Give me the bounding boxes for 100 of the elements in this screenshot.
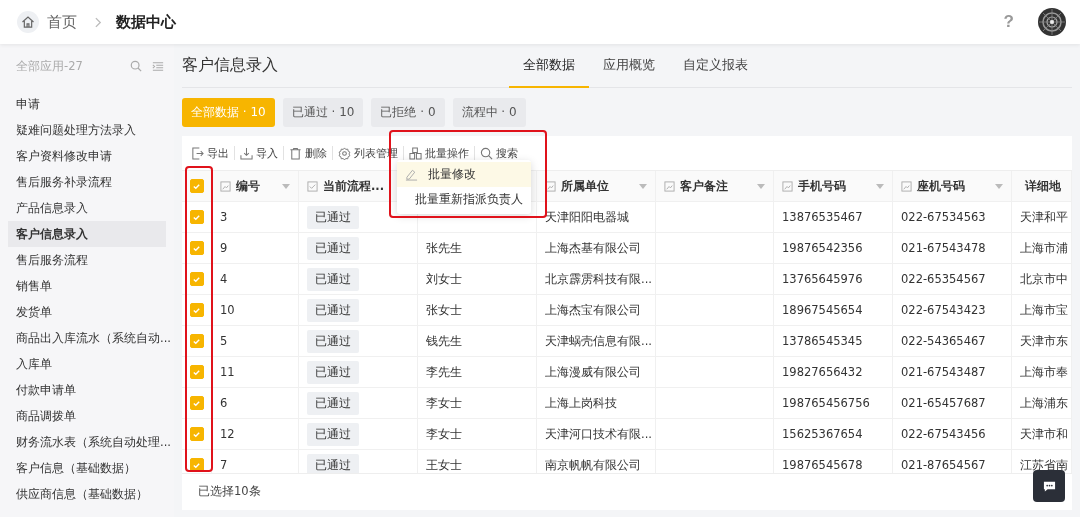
column-header[interactable]: 详细地: [1012, 171, 1072, 201]
status-tag: 已通过: [307, 236, 359, 260]
table-cell: 上海市奉: [1020, 364, 1068, 380]
sidebar-item[interactable]: 产品信息录入: [8, 195, 166, 221]
table-cell: 天津蜗壳信息有限...: [545, 333, 652, 349]
table-cell: 022-65354567: [901, 272, 986, 286]
column-header[interactable]: 手机号码: [774, 171, 893, 201]
status-tag: 已通过: [307, 205, 359, 229]
chevron-icon: [95, 16, 102, 28]
sidebar-item[interactable]: 售后服务补录流程: [8, 169, 166, 195]
sidebar-item[interactable]: 商品调拨单: [8, 403, 166, 429]
sidebar-item[interactable]: 客户资料修改申请: [8, 143, 166, 169]
checkbox-icon: [307, 180, 318, 192]
table-cell: 11: [220, 365, 235, 379]
status-tag: 已通过: [307, 360, 359, 384]
row-checkbox[interactable]: [189, 365, 204, 379]
page-title: 客户信息录入: [182, 55, 279, 76]
sidebar-item[interactable]: 发货单: [8, 299, 166, 325]
sidebar-item[interactable]: 申请: [8, 91, 166, 117]
table-cell: 18967545654: [782, 303, 863, 317]
home-icon[interactable]: [17, 11, 39, 33]
status-tag: 已通过: [307, 422, 359, 446]
gear-icon: [338, 146, 351, 160]
column-header[interactable]: 所属单位: [537, 171, 656, 201]
filter-chip[interactable]: 已通过 · 10: [282, 98, 364, 127]
column-header[interactable]: 座机号码: [893, 171, 1012, 201]
table-cell: 上海漫威有限公司: [545, 364, 641, 380]
sidebar-item[interactable]: 客户信息（基础数据）: [8, 455, 166, 481]
table-cell: 天津和平: [1020, 209, 1068, 225]
table-cell: 021-67543478: [901, 241, 986, 255]
toolbar-button[interactable]: 导出: [186, 145, 234, 161]
table-cell: 张女士: [426, 302, 462, 318]
toolbar-button[interactable]: 删除: [284, 145, 332, 161]
table-cell: 13786545345: [782, 334, 863, 348]
search-icon[interactable]: [130, 60, 142, 72]
table-cell: 天津市和: [1020, 426, 1068, 442]
breadcrumb-current: 数据中心: [116, 12, 176, 32]
table-cell: 北京市中: [1020, 271, 1068, 287]
column-header[interactable]: 编号: [212, 171, 299, 201]
row-checkbox[interactable]: [189, 241, 204, 255]
menu-icon[interactable]: [152, 60, 164, 72]
row-checkbox[interactable]: [189, 396, 204, 410]
pencil-icon: [405, 168, 418, 181]
row-checkbox[interactable]: [189, 427, 204, 441]
table-cell: 10: [220, 303, 235, 317]
sidebar-item[interactable]: 供应商信息（基础数据）: [8, 481, 166, 507]
status-tag: 已通过: [307, 267, 359, 291]
table-cell: 刘女士: [426, 271, 462, 287]
table-cell: 3: [220, 210, 228, 224]
filter-chip[interactable]: 已拒绝 · 0: [371, 98, 445, 127]
sidebar-item[interactable]: 付款申请单: [8, 377, 166, 403]
table-cell: 南京帆帆有限公司: [545, 457, 641, 473]
table-cell: 王女士: [426, 457, 462, 473]
toolbar-button[interactable]: 导入: [235, 145, 283, 161]
avatar-icon[interactable]: [1038, 8, 1066, 36]
check-icon: [192, 460, 201, 470]
sidebar-item[interactable]: 客户信息录入: [8, 221, 166, 247]
caret-icon[interactable]: [876, 183, 884, 189]
table-cell: 江苏省南: [1020, 457, 1068, 473]
trash-icon: [289, 146, 302, 160]
table-cell: 上海市宝: [1020, 302, 1068, 318]
select-all-checkbox[interactable]: [189, 179, 204, 193]
table-cell: 天津河口技术有限...: [545, 426, 652, 442]
row-checkbox[interactable]: [189, 210, 204, 224]
breadcrumb-link[interactable]: 首页: [47, 12, 77, 32]
sidebar-title: 全部应用-27: [16, 58, 84, 74]
table-cell: 上海上岗科技: [545, 395, 617, 411]
tab[interactable]: 自定义报表: [669, 44, 762, 88]
sidebar-item[interactable]: 疑难问题处理方法录入: [8, 117, 166, 143]
table-cell: 021-87654567: [901, 458, 986, 472]
row-checkbox[interactable]: [189, 272, 204, 286]
table-cell: 021-65457687: [901, 396, 986, 410]
check-icon: [192, 398, 201, 408]
row-checkbox[interactable]: [189, 303, 204, 317]
menu-item[interactable]: 批量修改: [397, 162, 531, 187]
toolbar-button[interactable]: 批量操作: [404, 145, 474, 161]
sidebar-item[interactable]: 入库单: [8, 351, 166, 377]
table-cell: 北京霹雳科技有限...: [545, 271, 652, 287]
caret-icon[interactable]: [639, 183, 647, 189]
caret-icon[interactable]: [757, 183, 765, 189]
table-cell: 13876535467: [782, 210, 863, 224]
caret-icon[interactable]: [282, 183, 290, 189]
image-icon: [545, 180, 556, 192]
export-icon: [191, 146, 204, 160]
toolbar-button[interactable]: 搜索: [475, 145, 523, 161]
tab[interactable]: 全部数据: [509, 44, 589, 88]
table-cell: 4: [220, 272, 228, 286]
caret-icon[interactable]: [995, 183, 1003, 189]
table-cell: 022-67543423: [901, 303, 986, 317]
tab[interactable]: 应用概览: [589, 44, 669, 88]
table-cell: 021-67543487: [901, 365, 986, 379]
row-checkbox[interactable]: [189, 334, 204, 348]
filter-chip[interactable]: 流程中 · 0: [452, 98, 526, 127]
table-cell: 天津阳阳电器城: [545, 209, 629, 225]
chat-button[interactable]: [1033, 470, 1065, 502]
check-icon: [192, 274, 201, 284]
sidebar-item[interactable]: 售后服务流程: [8, 247, 166, 273]
table-cell: 5: [220, 334, 228, 348]
sidebar-item[interactable]: 销售单: [8, 273, 166, 299]
column-header[interactable]: 客户备注: [656, 171, 774, 201]
